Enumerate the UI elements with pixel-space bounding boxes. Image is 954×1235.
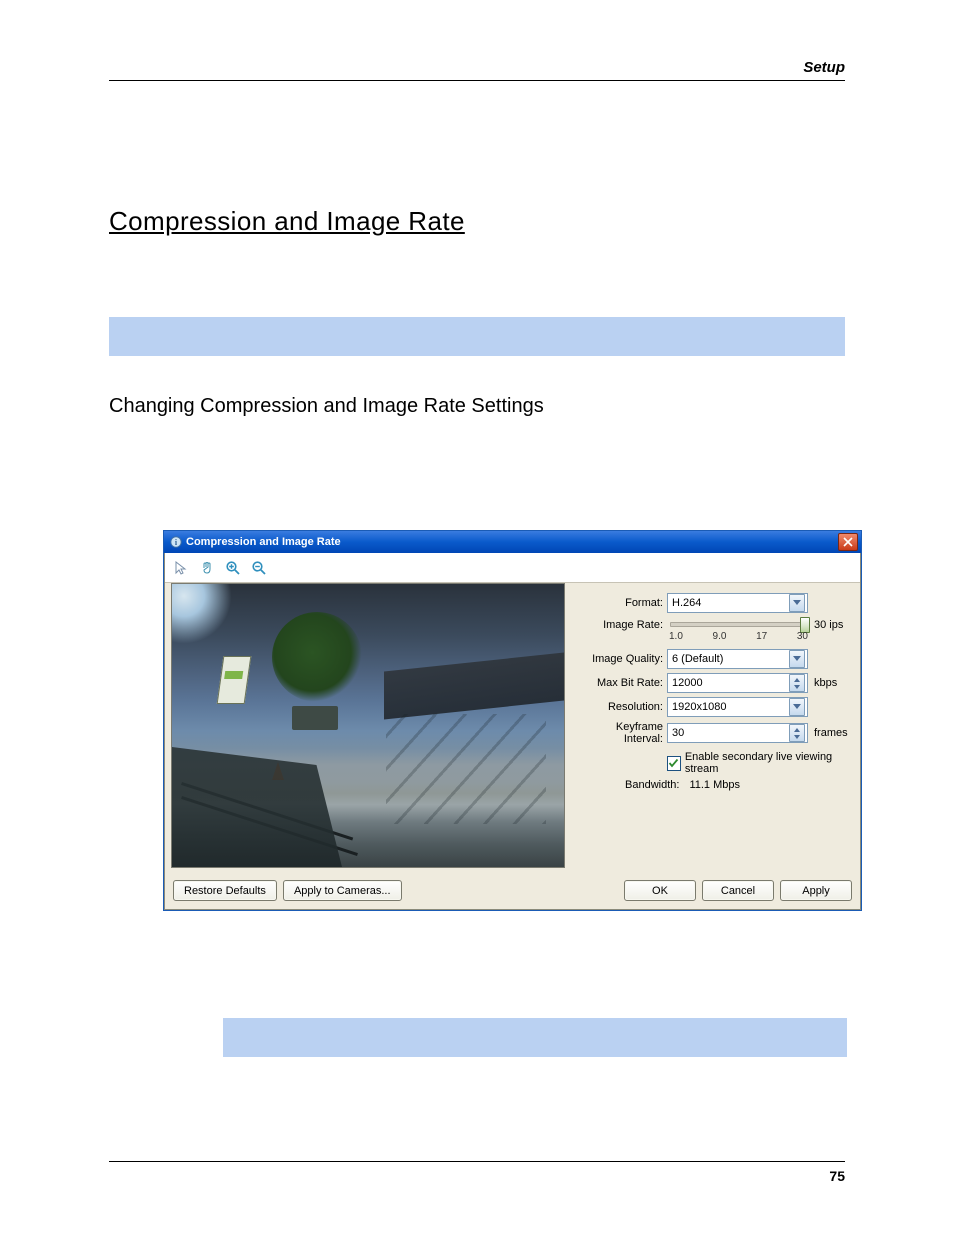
settings-panel: Format: H.264 Image Rate: <box>565 583 860 797</box>
spinner-icon[interactable] <box>789 724 805 742</box>
section-title: Compression and Image Rate <box>109 206 465 237</box>
dialog-app-icon: i <box>170 536 182 548</box>
zoom-in-icon[interactable] <box>225 560 241 576</box>
keyframe-interval-unit: frames <box>814 727 852 739</box>
tick-label: 9.0 <box>713 631 727 642</box>
keyframe-interval-input[interactable]: 30 <box>667 723 808 743</box>
chevron-down-icon <box>789 594 805 612</box>
format-select[interactable]: H.264 <box>667 593 808 613</box>
page-footer: 75 <box>109 1161 845 1184</box>
image-rate-value: 30 ips <box>814 619 852 631</box>
image-quality-label: Image Quality: <box>577 653 667 665</box>
resolution-label: Resolution: <box>577 701 667 713</box>
tick-label: 30 <box>797 631 808 642</box>
dialog-titlebar[interactable]: i Compression and Image Rate <box>164 531 861 553</box>
image-rate-label: Image Rate: <box>577 619 667 631</box>
max-bit-rate-unit: kbps <box>814 677 852 689</box>
apply-button[interactable]: Apply <box>780 880 852 901</box>
tick-label: 17 <box>756 631 767 642</box>
chevron-down-icon <box>789 698 805 716</box>
header-text: Setup <box>803 59 845 76</box>
chevron-down-icon <box>789 650 805 668</box>
spinner-icon[interactable] <box>789 674 805 692</box>
subheading: Changing Compression and Image Rate Sett… <box>109 395 544 418</box>
format-value: H.264 <box>672 597 701 609</box>
max-bit-rate-value: 12000 <box>672 677 703 689</box>
max-bit-rate-input[interactable]: 12000 <box>667 673 808 693</box>
ok-button[interactable]: OK <box>624 880 696 901</box>
info-band-top <box>109 317 845 356</box>
hand-tool-icon[interactable] <box>199 560 215 576</box>
restore-defaults-button[interactable]: Restore Defaults <box>173 880 277 901</box>
enable-secondary-label: Enable secondary live viewing stream <box>685 751 852 775</box>
bandwidth-label: Bandwidth: <box>625 779 679 791</box>
close-button[interactable] <box>838 533 858 551</box>
page-header: Setup <box>109 59 845 81</box>
image-rate-slider[interactable]: 1.0 9.0 17 30 <box>667 617 810 645</box>
image-quality-select[interactable]: 6 (Default) <box>667 649 808 669</box>
dialog-title: Compression and Image Rate <box>186 536 341 548</box>
format-label: Format: <box>577 597 667 609</box>
resolution-select[interactable]: 1920x1080 <box>667 697 808 717</box>
tick-label: 1.0 <box>669 631 683 642</box>
zoom-out-icon[interactable] <box>251 560 267 576</box>
close-icon <box>843 537 853 547</box>
slider-ticks: 1.0 9.0 17 30 <box>667 631 810 642</box>
cancel-button[interactable]: Cancel <box>702 880 774 901</box>
bandwidth-value: 11.1 Mbps <box>689 779 740 791</box>
compression-dialog: i Compression and Image Rate <box>164 531 861 910</box>
apply-to-cameras-button[interactable]: Apply to Cameras... <box>283 880 402 901</box>
enable-secondary-checkbox[interactable] <box>667 756 681 771</box>
max-bit-rate-label: Max Bit Rate: <box>577 677 667 689</box>
check-icon <box>668 758 679 769</box>
dialog-body: Format: H.264 Image Rate: <box>164 553 861 910</box>
image-quality-value: 6 (Default) <box>672 653 723 665</box>
keyframe-interval-label: Keyframe Interval: <box>577 721 667 745</box>
resolution-value: 1920x1080 <box>672 701 726 713</box>
manual-page: Setup Compression and Image Rate Changin… <box>0 0 954 1235</box>
preview-toolbar <box>165 553 860 583</box>
camera-preview <box>171 583 565 868</box>
info-band-bottom <box>223 1018 847 1057</box>
page-number: 75 <box>829 1168 845 1184</box>
keyframe-interval-value: 30 <box>672 727 684 739</box>
pointer-tool-icon[interactable] <box>173 560 189 576</box>
dialog-button-bar: Restore Defaults Apply to Cameras... OK … <box>165 874 860 909</box>
